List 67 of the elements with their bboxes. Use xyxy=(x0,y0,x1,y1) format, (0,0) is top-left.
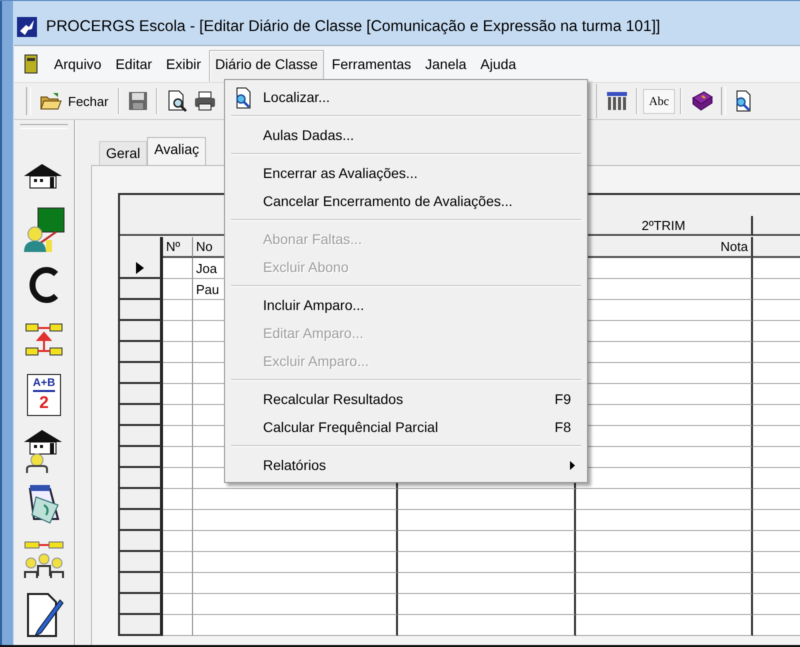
table-cell xyxy=(163,426,193,447)
menu-item[interactable]: Localizar... xyxy=(227,83,585,111)
book-icon[interactable] xyxy=(690,90,714,112)
menu-item[interactable]: Aulas Dadas... xyxy=(227,121,585,149)
close-button[interactable]: Fechar xyxy=(35,88,114,114)
table-cell xyxy=(163,573,193,594)
table-cell xyxy=(163,363,193,384)
table-cell xyxy=(163,510,193,531)
document-pen-icon[interactable] xyxy=(24,592,64,638)
table-cell xyxy=(163,405,193,426)
row-header xyxy=(120,447,163,468)
print-preview-icon[interactable] xyxy=(166,90,188,112)
row-header xyxy=(120,468,163,489)
row-header xyxy=(120,342,163,363)
teacher-board-icon[interactable] xyxy=(22,206,66,254)
row-header xyxy=(120,426,163,447)
table-cell xyxy=(163,300,193,321)
table-cell xyxy=(163,384,193,405)
row-header xyxy=(120,594,163,615)
window-title: PROCERGS Escola - [Editar Diário de Classe [Comunicação e Expressão na turma 101]] xyxy=(46,18,660,36)
table-cell xyxy=(163,321,193,342)
table-cell xyxy=(163,594,193,615)
folder-icon xyxy=(40,92,62,110)
menu-item[interactable]: Encerrar as Avaliações... xyxy=(227,159,585,187)
column-header: Nº xyxy=(163,237,193,258)
row-header xyxy=(120,489,163,510)
menu-bar-item[interactable]: Arquivo xyxy=(48,50,108,78)
table-cell xyxy=(163,342,193,363)
shortcut-label: F8 xyxy=(554,419,572,435)
table-cell xyxy=(163,258,193,279)
people-group-icon[interactable] xyxy=(22,540,66,580)
shortcut-label: F9 xyxy=(554,391,572,407)
row-header xyxy=(120,405,163,426)
menu-bar-item[interactable]: Editar xyxy=(109,50,158,78)
table-cell xyxy=(163,615,193,636)
menu-bar-item[interactable]: Ajuda xyxy=(474,50,522,78)
printer-icon[interactable] xyxy=(194,91,216,111)
menu-item[interactable]: Cancelar Encerramento de Avaliações... xyxy=(227,187,585,215)
row-header xyxy=(120,510,163,531)
row-header xyxy=(120,384,163,405)
table-cell xyxy=(163,552,193,573)
table-cell xyxy=(163,531,193,552)
menu-bar-item[interactable]: Janela xyxy=(419,50,472,78)
row-header xyxy=(120,321,163,342)
row-header xyxy=(120,300,163,321)
table-cell xyxy=(163,447,193,468)
spelling-button[interactable]: Abc xyxy=(643,88,675,114)
table-cell xyxy=(163,468,193,489)
row-header xyxy=(120,531,163,552)
tab[interactable]: Avaliaç xyxy=(147,137,206,165)
menu-item[interactable]: Relatórios xyxy=(227,451,585,479)
menu-item[interactable]: Recalcular Resultados F9 xyxy=(227,385,585,413)
formula-icon[interactable]: A+B 2 xyxy=(27,374,61,416)
row-header xyxy=(120,615,163,636)
menu-item[interactable]: Calcular Frequêncial Parcial F8 xyxy=(227,413,585,441)
table-cell xyxy=(163,279,193,300)
row-header xyxy=(120,363,163,384)
tab[interactable]: Geral xyxy=(99,141,148,165)
menu-bar-item[interactable]: Exibir xyxy=(160,50,208,78)
menu-bar-item[interactable]: Ferramentas xyxy=(326,50,418,78)
menu-bar-item[interactable]: Diário de Classe xyxy=(209,50,324,82)
columns-icon[interactable] xyxy=(606,91,628,111)
document-icon xyxy=(24,54,38,74)
app-icon xyxy=(16,16,38,38)
row-header xyxy=(120,573,163,594)
table-cell xyxy=(163,489,193,510)
row-header xyxy=(120,552,163,573)
